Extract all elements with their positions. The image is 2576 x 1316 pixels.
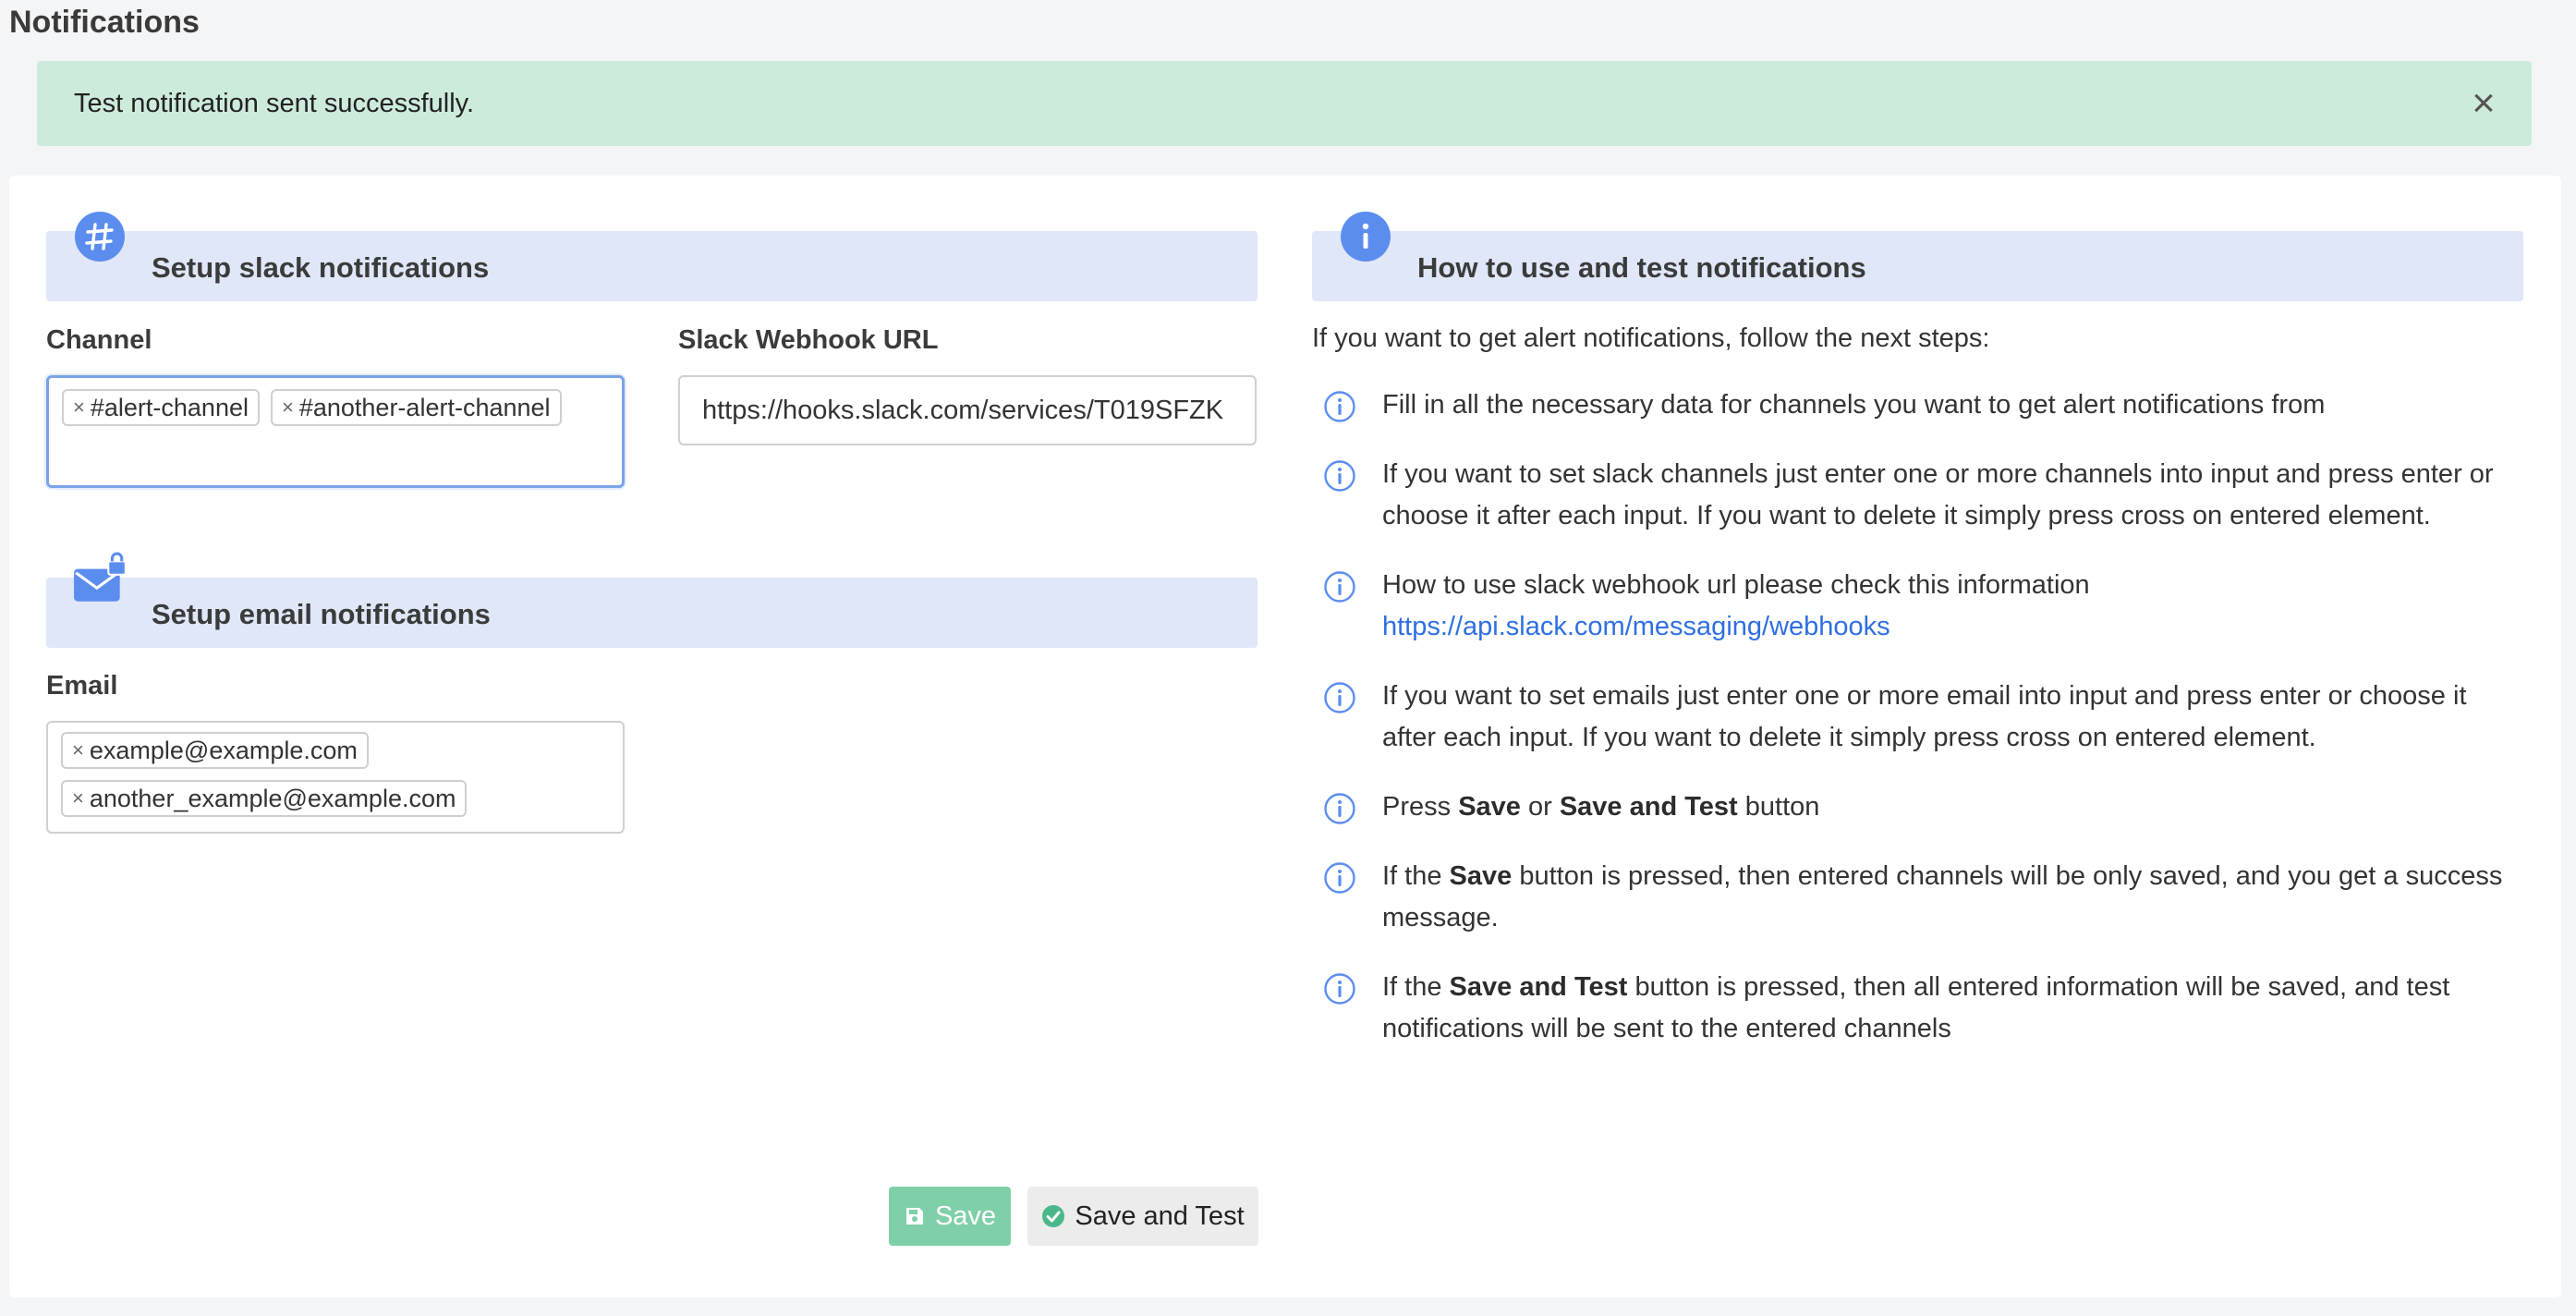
help-step: How to use slack webhook url please chec… [1323,565,2524,648]
help-step: If you want to set emails just enter one… [1323,676,2524,759]
info-circle-icon [1324,460,1355,492]
slack-header-title: Setup slack notifications [152,251,490,284]
slack-section-header: Setup slack notifications [46,212,1258,301]
help-step: Press Save or Save and Test button [1323,786,2524,828]
alert-message: Test notification sent successfully. [74,89,475,118]
webhook-docs-link[interactable]: https://api.slack.com/messaging/webhooks [1382,612,1890,641]
save-and-test-button[interactable]: Save and Test [1027,1187,1258,1246]
mail-lock-icon [74,552,127,602]
help-step-text: If the Save button is pressed, then ente… [1382,856,2524,939]
info-circle-icon [1324,973,1355,1005]
step-text-part: Fill in all the necessary data for chann… [1382,390,2326,420]
help-step-text: If you want to set slack channels just e… [1382,454,2524,537]
bold-keyword: Save [1458,792,1521,822]
help-header-title: How to use and test notifications [1417,251,1866,284]
email-tag: × another_example@example.com [61,780,468,817]
bold-keyword: Save [1449,861,1513,891]
help-step-text: If the Save and Test button is pressed, … [1382,967,2524,1050]
remove-tag-icon[interactable]: × [72,738,84,762]
help-step-text: Fill in all the necessary data for chann… [1382,384,2325,426]
email-section-header: Setup email notifications [46,552,1258,648]
step-text-part: button is pressed, then entered channels… [1382,861,2503,932]
slack-icon [75,212,125,262]
notifications-card: Setup slack notifications Channel × #aler… [9,176,2561,1298]
help-step: If the Save button is pressed, then ente… [1323,856,2524,939]
bold-keyword: Save and Test [1559,792,1738,822]
help-steps: Fill in all the necessary data for chann… [1323,384,2524,1078]
remove-tag-icon[interactable]: × [73,396,85,420]
email-label: Email [46,671,118,701]
email-header-title: Setup email notifications [152,598,491,630]
step-text-part: If the [1382,972,1450,1002]
step-text-part: If the [1382,861,1450,891]
step-text-part: or [1520,792,1560,822]
check-circle-icon [1042,1205,1065,1227]
remove-tag-icon[interactable]: × [72,786,84,810]
channel-input[interactable]: × #alert-channel × #another-alert-channel [46,375,625,488]
help-step: Fill in all the necessary data for chann… [1323,384,2524,426]
channel-tag: × #alert-channel [62,389,260,426]
email-input[interactable]: × example@example.com × another_example@ex… [46,721,625,834]
save-button[interactable]: Save [889,1187,1011,1246]
help-step-text: Press Save or Save and Test button [1382,786,1819,828]
info-circle-icon [1324,862,1355,894]
bold-keyword: Save and Test [1449,972,1628,1002]
email-tag: × example@example.com [61,732,369,769]
step-text-part: Press [1382,792,1459,822]
step-text-part: button [1737,792,1820,822]
info-circle-icon [1324,391,1355,422]
channel-tag: × #another-alert-channel [270,389,562,426]
help-step: If the Save and Test button is pressed, … [1323,967,2524,1050]
info-circle-icon [1324,682,1355,713]
close-icon[interactable]: × [2463,83,2504,124]
info-circle-icon [1324,571,1355,603]
info-circle-icon [1324,793,1355,824]
webhook-url-input[interactable] [678,375,1257,445]
step-text-part: If you want to set emails just enter one… [1382,681,2467,752]
page-title: Notifications [9,5,200,40]
help-section-header: How to use and test notifications [1312,212,2523,301]
webhook-label: Slack Webhook URL [678,325,939,355]
help-intro: If you want to get alert notifications, … [1312,323,1990,353]
help-step-text: If you want to set emails just enter one… [1382,676,2524,759]
step-text-part: How to use slack webhook url please chec… [1382,570,2090,600]
help-step: If you want to set slack channels just e… [1323,454,2524,537]
channel-label: Channel [46,325,152,355]
floppy-disk-icon [905,1208,923,1225]
help-step-text: How to use slack webhook url please chec… [1382,565,2090,648]
remove-tag-icon[interactable]: × [282,396,294,420]
success-alert: Test notification sent successfully. × [37,61,2532,146]
step-text-part: If you want to set slack channels just e… [1382,459,2494,530]
info-icon [1341,212,1391,262]
